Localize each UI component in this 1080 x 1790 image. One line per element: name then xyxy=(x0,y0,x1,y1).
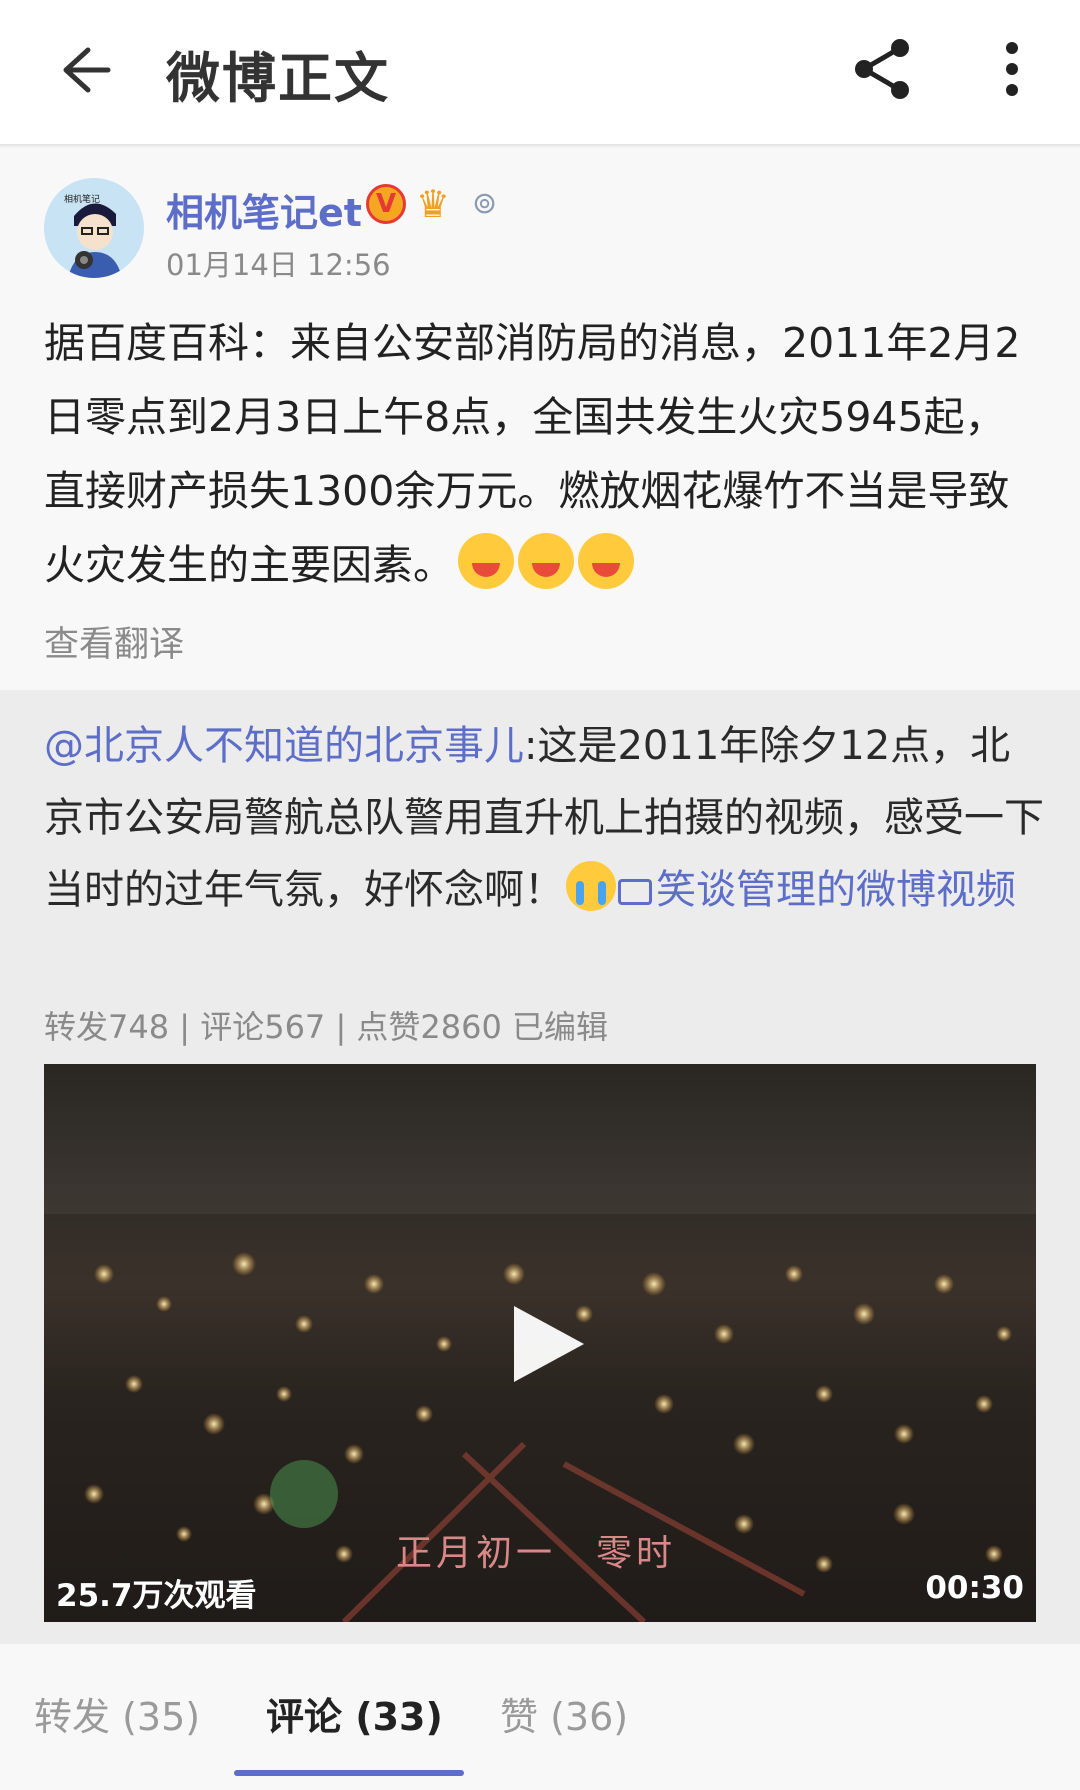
tab-reposts[interactable]: 转发 (35) xyxy=(34,1686,200,1741)
back-arrow-icon[interactable] xyxy=(48,38,112,102)
post-text: 据百度百科：来自公安部消防局的消息，2011年2月2日零点到2月3日上午8点，全… xyxy=(44,306,1034,602)
medal-badge-icon[interactable]: ⊚ xyxy=(472,182,512,226)
active-tab-indicator xyxy=(234,1770,464,1776)
tab-likes[interactable]: 赞 (36) xyxy=(500,1686,628,1741)
video-duration: 00:30 xyxy=(925,1570,1024,1606)
verified-badge-icon: V xyxy=(366,184,406,224)
play-icon[interactable] xyxy=(508,1302,588,1386)
video-link-label: 笑谈管理的微博视频 xyxy=(656,867,1016,913)
video-player[interactable]: 正月初一 零时 25.7万次观看 00:30 xyxy=(44,1064,1036,1622)
reposted-content[interactable]: @北京人不知道的北京事儿:这是2011年除夕12点，北京市公安局警航总队警用直升… xyxy=(0,690,1080,1644)
repost-stats: 转发748 | 评论567 | 点赞2860 已编辑 xyxy=(44,1008,609,1046)
view-count: 25.7万次观看 xyxy=(56,1578,257,1614)
tab-comments[interactable]: 评论 (33) xyxy=(266,1686,443,1741)
video-subtitle: 正月初一 零时 xyxy=(396,1533,677,1574)
yummy-emoji-icon xyxy=(458,533,514,589)
mention-link[interactable]: @北京人不知道的北京事儿 xyxy=(44,723,524,769)
user-badges: V ♛ ⊚ xyxy=(366,182,512,226)
page-title: 微博正文 xyxy=(166,47,390,110)
top-bar: 微博正文 xyxy=(0,0,1080,146)
yummy-emoji-icon xyxy=(578,533,634,589)
svg-text:相机笔记: 相机笔记 xyxy=(64,193,100,205)
video-camera-icon xyxy=(618,879,652,905)
repost-text: @北京人不知道的北京事儿:这是2011年除夕12点，北京市公安局警航总队警用直升… xyxy=(44,710,1044,926)
translate-link[interactable]: 查看翻译 xyxy=(44,616,184,667)
avatar[interactable]: 相机笔记 xyxy=(44,178,144,278)
video-link[interactable]: 笑谈管理的微博视频 xyxy=(618,867,1016,913)
share-icon[interactable] xyxy=(850,36,916,102)
interaction-tabs: 转发 (35) 评论 (33) 赞 (36) xyxy=(0,1644,1080,1790)
more-vertical-icon[interactable] xyxy=(990,36,1034,102)
crown-badge-icon[interactable]: ♛ xyxy=(416,182,462,226)
crying-emoji-icon xyxy=(566,861,616,911)
post-time: 01月14日 12:56 xyxy=(166,248,391,282)
weibo-post: 相机笔记 相机笔记et V ♛ ⊚ 01月14日 12:56 据百度百科：来自公… xyxy=(0,148,1080,690)
user-name[interactable]: 相机笔记et xyxy=(166,182,362,237)
yummy-emoji-icon xyxy=(518,533,574,589)
